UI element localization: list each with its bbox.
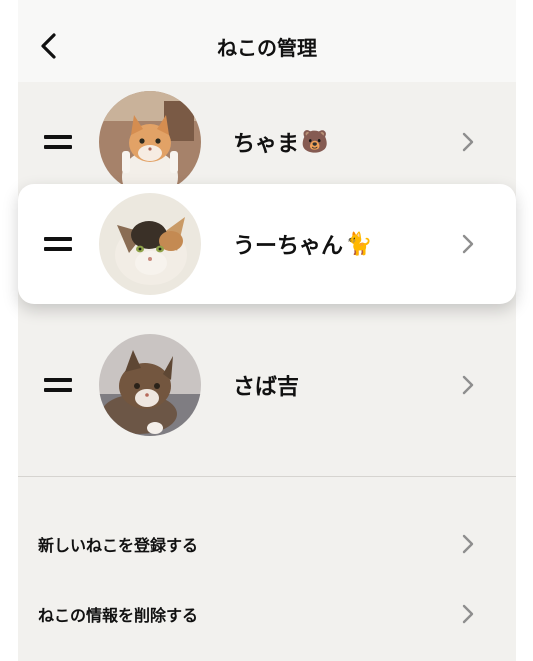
chevron-right-icon: [462, 534, 474, 554]
cat-avatar: [99, 91, 201, 193]
section-divider: [18, 476, 516, 477]
register-new-cat-label: 新しいねこを登録する: [38, 536, 199, 555]
register-new-cat-item[interactable]: 新しいねこを登録する: [18, 514, 516, 574]
bear-face-icon: 🐻: [301, 129, 329, 155]
cat-row-uuchan[interactable]: うーちゃん 🐈: [18, 184, 516, 304]
drag-handle-icon[interactable]: [44, 378, 72, 392]
chevron-right-icon: [462, 234, 474, 254]
delete-cat-info-label: ねこの情報を削除する: [38, 606, 199, 625]
cat-name-text: うーちゃん: [233, 234, 344, 259]
cat-avatar: [99, 334, 201, 436]
drag-handle-icon[interactable]: [44, 237, 72, 251]
cat-name: ちゃま 🐻: [233, 126, 328, 158]
chevron-right-icon: [462, 132, 474, 152]
delete-cat-info-item[interactable]: ねこの情報を削除する: [18, 584, 516, 644]
header-bar: ねこの管理: [18, 0, 516, 82]
cat-name: さば吉: [233, 369, 299, 401]
drag-handle-icon[interactable]: [44, 135, 72, 149]
cat-row-sabakichi[interactable]: さば吉: [18, 325, 516, 445]
chevron-right-icon: [462, 375, 474, 395]
chevron-right-icon: [462, 604, 474, 624]
cat-management-screen: ねこの管理 ちゃま 🐻 さば吉 うーちゃん 🐈 新しいねこを登録する ねこの情報…: [18, 0, 516, 661]
cat-avatar: [99, 193, 201, 295]
cat-icon: 🐈: [345, 231, 373, 257]
page-title: ねこの管理: [217, 36, 317, 60]
cat-name: うーちゃん 🐈: [233, 228, 372, 260]
cat-name-text: ちゃま: [233, 132, 300, 157]
cat-name-text: さば吉: [233, 375, 300, 400]
